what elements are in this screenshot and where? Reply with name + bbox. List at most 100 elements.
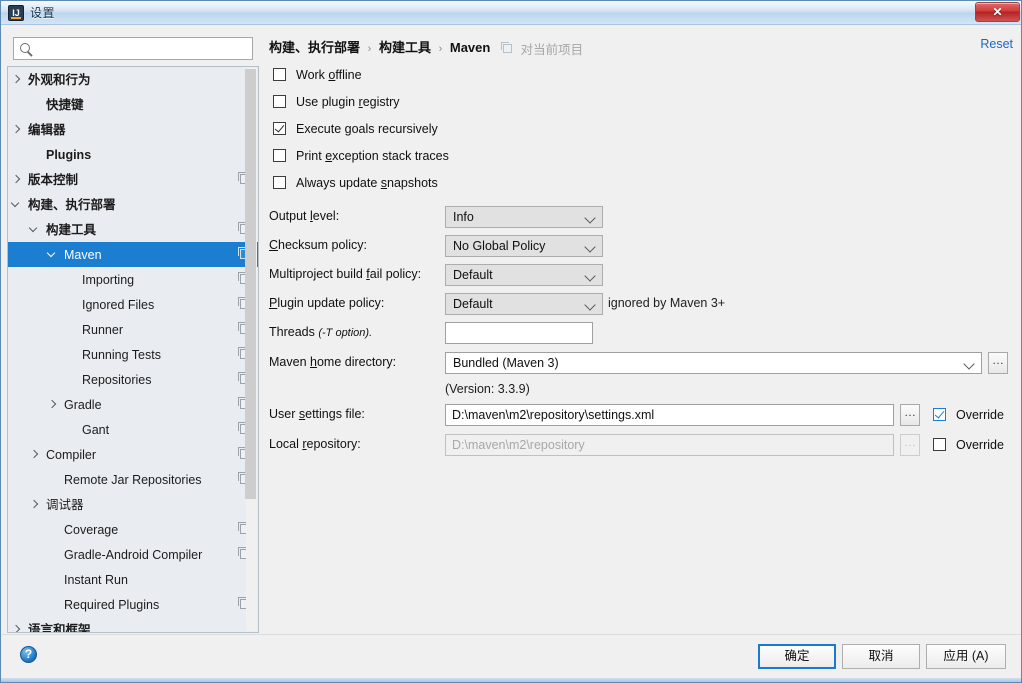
user-settings-input[interactable]: D:\maven\m2\repository\settings.xml [445, 404, 894, 426]
chevron-down-icon[interactable] [46, 242, 60, 267]
sidebar-scrollbar-thumb[interactable] [245, 69, 256, 499]
sidebar-item-plugins[interactable]: Plugins [8, 142, 258, 167]
maven-home-combo[interactable]: Bundled (Maven 3) [445, 352, 982, 374]
chevron-right-icon[interactable] [46, 392, 60, 417]
sidebar-item-label: Plugins [46, 148, 92, 162]
sidebar-item-[interactable]: 语言和框架 [8, 617, 258, 632]
sidebar-item-[interactable]: 构建工具 [8, 217, 258, 242]
maven-home-label: Maven home directory: [269, 355, 397, 369]
field-label: Output level: [269, 209, 340, 223]
dialog-content: 外观和行为 快捷键 编辑器 Plugins 版本控制 构建、执行部署 构建工具 Maven Im… [2, 26, 1021, 634]
sidebar-item-[interactable]: 编辑器 [8, 117, 258, 142]
sidebar-item-maven[interactable]: Maven [8, 242, 258, 267]
ok-button[interactable]: 确定 [758, 644, 836, 669]
copy-icon[interactable] [500, 42, 512, 54]
sidebar-item-ignored-files[interactable]: Ignored Files [8, 292, 258, 317]
chevron-down-icon[interactable] [586, 272, 594, 280]
field-label: Checksum policy: [269, 238, 367, 252]
close-icon[interactable] [975, 2, 1020, 22]
chevron-right-icon[interactable] [10, 67, 24, 92]
local-repository-input: D:\maven\m2\repository [445, 434, 894, 456]
sidebar-item-instant-run[interactable]: Instant Run [8, 567, 258, 592]
threads-input[interactable] [445, 322, 593, 344]
chevron-right-icon[interactable] [10, 617, 24, 632]
combo-hecksum-policy[interactable]: No Global Policy [445, 235, 603, 257]
chevron-right-icon[interactable] [10, 167, 24, 192]
threads-label-option: (-T option). [318, 327, 373, 339]
sidebar-item-coverage[interactable]: Coverage [8, 517, 258, 542]
sidebar-item-remote-jar-repositories[interactable]: Remote Jar Repositories [8, 467, 258, 492]
sidebar-item-required-plugins[interactable]: Required Plugins [8, 592, 258, 617]
breadcrumb-separator: › [367, 43, 372, 55]
sidebar-item-[interactable]: 构建、执行部署 [8, 192, 258, 217]
sidebar-item-gradle[interactable]: Gradle [8, 392, 258, 417]
sidebar-scrollbar-track[interactable] [245, 68, 257, 631]
dialog-footer: 确定 取消 应用 (A) [2, 634, 1021, 682]
sidebar-item-gradle-android-compiler[interactable]: Gradle-Android Compiler [8, 542, 258, 567]
checkbox-indicator[interactable] [273, 95, 286, 108]
search-box[interactable] [13, 37, 253, 60]
chevron-down-icon[interactable] [28, 217, 42, 242]
local-repository-label: Local repository: [269, 437, 361, 451]
checkbox-label: Execute goals recursively [296, 122, 438, 136]
combo-output-evel[interactable]: Info [445, 206, 603, 228]
sidebar-item-runner[interactable]: Runner [8, 317, 258, 342]
threads-label-main: Threads [269, 325, 319, 339]
local-repository-override-label: Override [956, 438, 1004, 452]
combo-multiproject-build-ail-policy[interactable]: Default [445, 264, 603, 286]
chevron-down-icon[interactable] [965, 360, 973, 368]
sidebar-item-label: 构建、执行部署 [28, 198, 116, 212]
checkbox-indicator[interactable] [933, 438, 946, 451]
chevron-right-icon[interactable] [28, 492, 42, 517]
sidebar-item-[interactable]: 外观和行为 [8, 67, 258, 92]
search-input[interactable] [36, 38, 250, 59]
local-repository-value: D:\maven\m2\repository [452, 438, 585, 452]
breadcrumb-item-0[interactable]: 构建、执行部署 [269, 40, 360, 55]
sidebar-item-[interactable]: 版本控制 [8, 167, 258, 192]
apply-button[interactable]: 应用 (A) [926, 644, 1006, 669]
plugin-policy-hint: ignored by Maven 3+ [608, 296, 726, 310]
chevron-down-icon[interactable] [10, 192, 24, 217]
breadcrumb-separator: › [438, 43, 443, 55]
sidebar-item-label: 构建工具 [46, 223, 97, 237]
maven-home-browse-button[interactable] [988, 350, 1008, 374]
sidebar-item-running-tests[interactable]: Running Tests [8, 342, 258, 367]
sidebar-item-label: Runner [82, 323, 123, 337]
sidebar-item-label: Required Plugins [64, 598, 160, 612]
sidebar-item-label: 外观和行为 [28, 73, 91, 87]
sidebar-item-compiler[interactable]: Compiler [8, 442, 258, 467]
combo-value: Info [453, 210, 474, 224]
chevron-down-icon[interactable] [586, 214, 594, 222]
help-icon[interactable] [20, 646, 37, 663]
breadcrumb-item-1[interactable]: 构建工具 [379, 40, 431, 55]
breadcrumb-item-2[interactable]: Maven [450, 40, 490, 55]
combo-lugin-update-policy[interactable]: Default [445, 293, 603, 315]
breadcrumb-scope-label: 对当前项目 [520, 43, 584, 58]
window-bottom-edge [1, 678, 1021, 682]
sidebar-item-gant[interactable]: Gant [8, 417, 258, 442]
checkbox-label: Use plugin registry [296, 95, 400, 109]
checkbox-indicator[interactable] [273, 176, 286, 189]
user-settings-override-label: Override [956, 408, 1004, 422]
sidebar-item-[interactable]: 快捷键 [8, 92, 258, 117]
sidebar-item-repositories[interactable]: Repositories [8, 367, 258, 392]
cancel-button[interactable]: 取消 [842, 644, 920, 669]
maven-settings-form: Work offline Use plugin registry Execute g… [263, 63, 1017, 633]
chevron-down-icon[interactable] [586, 301, 594, 309]
checkbox-indicator[interactable] [273, 122, 286, 135]
sidebar-item-label: Gant [82, 423, 110, 437]
chevron-down-icon[interactable] [586, 243, 594, 251]
sidebar-item-label: 快捷键 [46, 98, 84, 112]
sidebar-item-label: Importing [82, 273, 135, 287]
chevron-right-icon[interactable] [28, 442, 42, 467]
intellij-idea-icon [8, 5, 24, 21]
reset-link[interactable]: Reset [980, 37, 1013, 51]
checkbox-indicator[interactable] [273, 68, 286, 81]
sidebar-item-importing[interactable]: Importing [8, 267, 258, 292]
chevron-right-icon[interactable] [10, 117, 24, 142]
sidebar-item-[interactable]: 调试器 [8, 492, 258, 517]
user-settings-browse-button[interactable] [900, 402, 920, 426]
sidebar-item-label: Gradle [64, 398, 102, 412]
checkbox-indicator[interactable] [273, 149, 286, 162]
checkbox-indicator[interactable] [933, 408, 946, 421]
